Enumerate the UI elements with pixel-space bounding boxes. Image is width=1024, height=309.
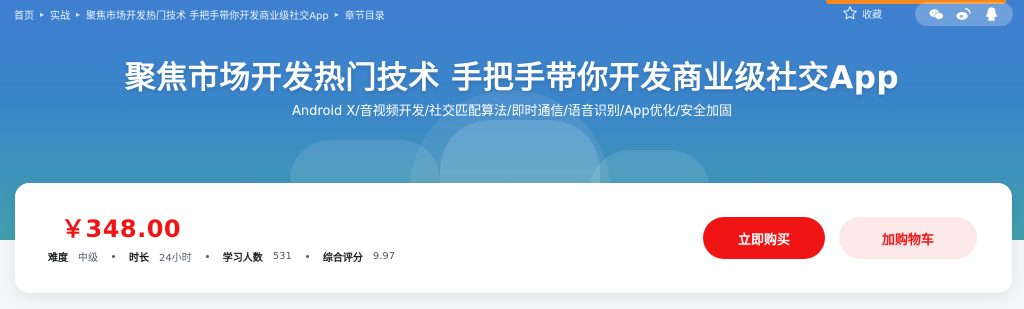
wechat-icon[interactable] xyxy=(928,5,946,23)
meta-duration-value: 24小时 xyxy=(159,253,192,264)
meta-learners-value: 531 xyxy=(272,251,292,262)
breadcrumb-practice[interactable]: 实战 xyxy=(50,7,70,22)
share-bar xyxy=(915,2,1013,26)
breadcrumb-current: 章节目录 xyxy=(344,10,385,22)
chevron-right-icon: ▸ xyxy=(76,9,81,19)
collect-button[interactable]: 收藏 xyxy=(842,5,882,21)
purchase-card: ￥348.00 难度 中级 时长 24小时 学习人数 531 综合评分 9.97… xyxy=(15,183,1012,293)
meta-learners-label: 学习人数 xyxy=(222,253,263,264)
star-icon xyxy=(843,6,857,20)
breadcrumb-course[interactable]: 聚焦市场开发热门技术 手把手带你开发商业级社交App xyxy=(86,7,329,22)
weibo-icon[interactable] xyxy=(955,5,973,23)
course-subtitle: Android X/音视频开发/社交匹配算法/即时通信/语音识别/App优化/安… xyxy=(292,104,732,119)
add-to-cart-button[interactable]: 加购物车 xyxy=(839,217,977,259)
separator-dot xyxy=(305,255,309,258)
price: ￥348.00 xyxy=(61,215,182,243)
chevron-right-icon: ▸ xyxy=(334,9,339,19)
meta-rating-label: 综合评分 xyxy=(322,253,363,264)
separator-dot xyxy=(112,255,115,258)
meta-duration-label: 时长 xyxy=(129,253,149,264)
chevron-right-icon: ▸ xyxy=(40,9,45,19)
buy-now-button[interactable]: 立即购买 xyxy=(703,217,825,259)
course-meta: 难度 中级 时长 24小时 学习人数 531 综合评分 9.97 xyxy=(48,249,395,264)
qq-icon[interactable] xyxy=(982,5,1000,23)
course-title: 聚焦市场开发热门技术 手把手带你开发商业级社交App xyxy=(124,60,900,96)
breadcrumb: 首页 ▸ 实战 ▸ 聚焦市场开发热门技术 手把手带你开发商业级社交App ▸ 章… xyxy=(14,7,385,22)
collect-label: 收藏 xyxy=(862,9,882,21)
separator-dot xyxy=(205,255,209,258)
meta-rating-value: 9.97 xyxy=(372,251,396,262)
meta-difficulty-value: 中级 xyxy=(78,253,98,264)
breadcrumb-home[interactable]: 首页 xyxy=(14,7,34,22)
meta-difficulty-label: 难度 xyxy=(48,253,68,264)
